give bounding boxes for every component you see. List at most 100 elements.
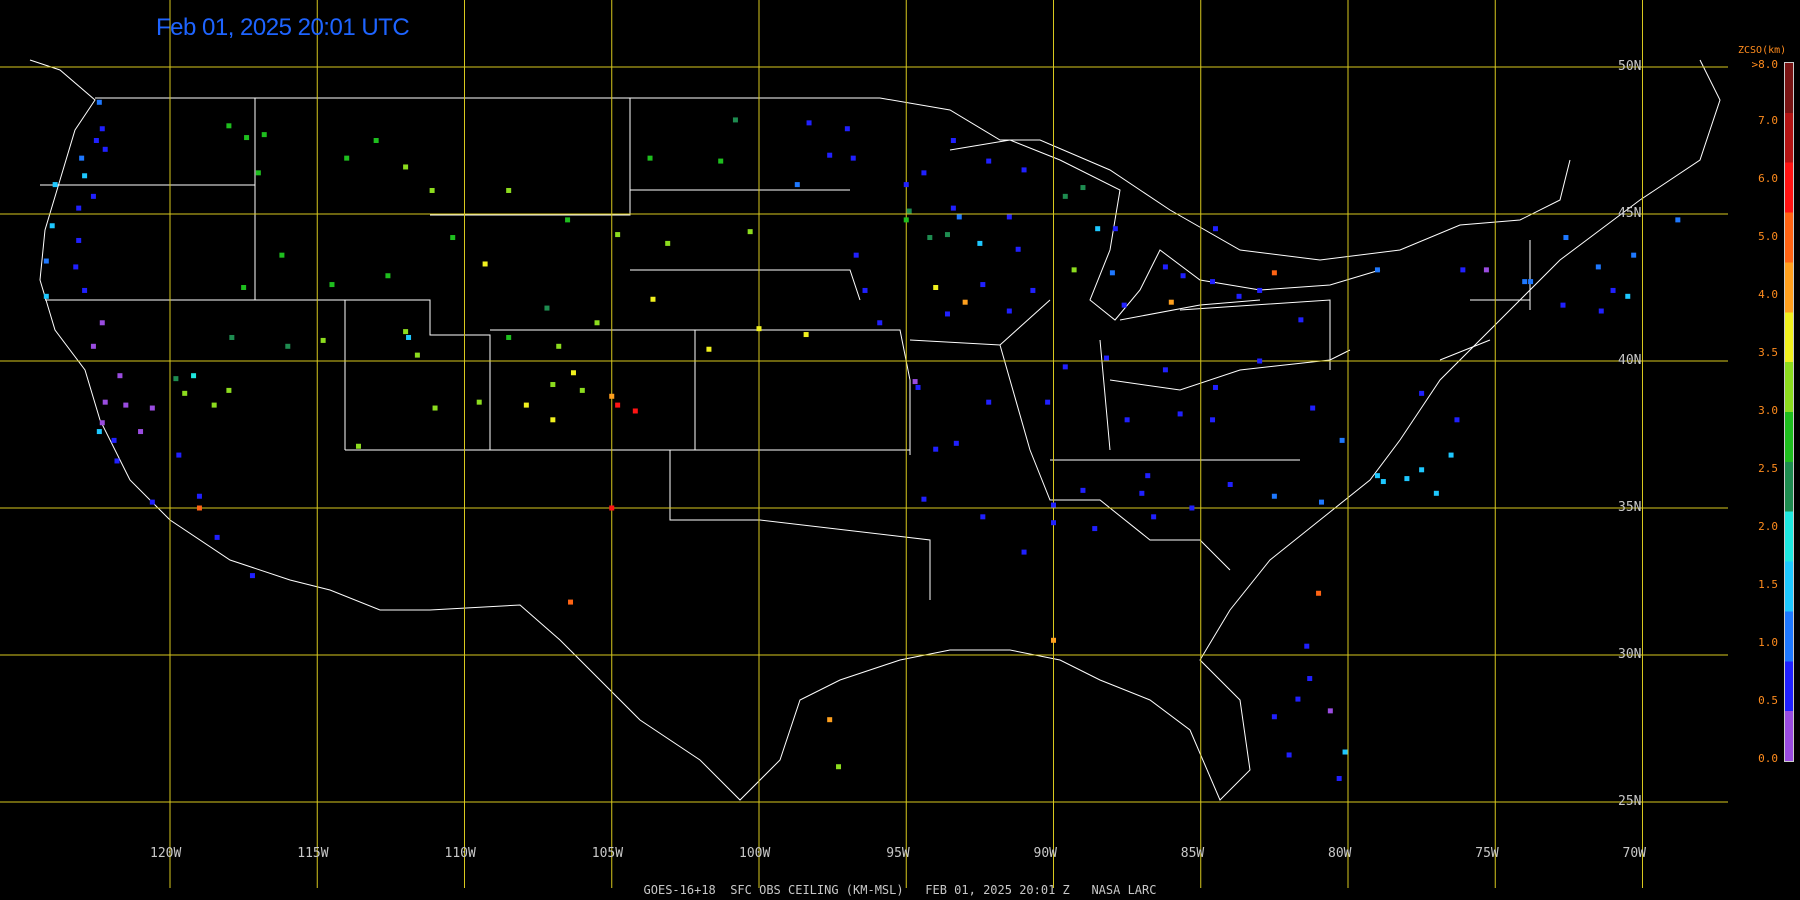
station-point	[579, 387, 585, 393]
station-point	[1675, 217, 1681, 223]
station-point	[706, 346, 712, 352]
station-point	[1448, 452, 1454, 458]
station-point	[93, 138, 99, 143]
station-point	[1051, 520, 1056, 526]
station-point	[977, 240, 983, 246]
station-point	[344, 155, 350, 161]
station-point	[1121, 302, 1127, 308]
station-point	[1610, 287, 1616, 293]
station-point	[827, 717, 833, 723]
station-point	[1419, 467, 1425, 473]
station-point	[149, 499, 155, 505]
lat-lon-grid	[0, 0, 1728, 888]
station-point	[403, 164, 409, 170]
great-lakes	[949, 139, 1381, 321]
station-point	[43, 258, 49, 264]
station-point	[956, 214, 962, 220]
station-point	[1162, 264, 1168, 270]
station-point	[196, 505, 202, 511]
longitude-label: 80W	[1328, 846, 1352, 861]
station-point	[986, 399, 992, 405]
station-point	[1104, 355, 1110, 361]
station-point	[176, 452, 182, 458]
station-point	[609, 505, 615, 511]
station-point	[1625, 293, 1631, 299]
latitude-label: 35N	[1618, 500, 1642, 515]
station-point	[1212, 226, 1218, 232]
station-point	[482, 261, 488, 267]
station-point	[844, 126, 850, 132]
station-point	[385, 273, 391, 279]
station-point	[1051, 502, 1056, 508]
station-point	[615, 232, 621, 238]
station-point	[756, 326, 762, 332]
colorbar-tick-label: 1.0	[1758, 636, 1778, 649]
station-point	[1145, 473, 1151, 479]
station-point	[182, 390, 188, 396]
station-point	[406, 334, 412, 340]
station-point	[903, 182, 909, 188]
station-point	[1522, 279, 1528, 285]
map-footer-caption: GOES-16+18 SFC OBS CEILING (KM-MSL) FEB …	[643, 883, 1157, 897]
station-point	[1168, 299, 1174, 305]
station-point	[962, 299, 968, 305]
colorbar-tick-label: 4.0	[1758, 288, 1778, 301]
station-point	[1271, 714, 1277, 720]
station-point	[117, 373, 123, 379]
station-point	[732, 117, 738, 123]
longitude-label: 85W	[1180, 846, 1205, 861]
colorbar-tick-label: 5.0	[1758, 230, 1778, 243]
station-point	[1327, 708, 1333, 714]
station-point	[1109, 270, 1115, 276]
colorbar-title: ZCSO(km)	[1738, 45, 1787, 56]
station-point	[76, 205, 82, 211]
longitude-label: 70W	[1622, 846, 1646, 861]
station-point	[1180, 273, 1186, 279]
station-point	[565, 217, 571, 223]
station-point	[90, 343, 96, 349]
station-point	[1271, 270, 1277, 276]
latitude-label: 40N	[1618, 353, 1642, 368]
station-point	[862, 287, 868, 293]
station-point	[506, 187, 512, 193]
station-point	[49, 223, 55, 229]
station-point	[1257, 287, 1263, 293]
station-point	[102, 399, 108, 405]
station-point	[1419, 390, 1425, 396]
station-point	[556, 343, 562, 349]
station-point	[99, 420, 105, 426]
state-borders	[29, 59, 1721, 801]
station-point	[953, 440, 959, 446]
station-point	[329, 282, 335, 288]
station-point	[877, 320, 883, 326]
station-point	[1030, 287, 1036, 293]
station-point	[850, 155, 856, 161]
station-point	[615, 402, 621, 408]
station-point	[1212, 384, 1218, 390]
station-point	[950, 138, 956, 143]
station-point	[114, 458, 120, 464]
station-point	[1080, 487, 1086, 493]
station-point	[82, 173, 88, 179]
station-point	[1460, 267, 1466, 273]
station-point	[806, 120, 812, 126]
station-point	[1021, 549, 1027, 555]
station-point	[933, 285, 939, 290]
station-point	[1316, 590, 1322, 596]
station-point	[1374, 267, 1380, 273]
station-point	[568, 599, 574, 605]
station-point	[285, 343, 291, 349]
ceiling-map	[0, 0, 1728, 888]
station-point	[1021, 167, 1027, 173]
longitude-label: 115W	[297, 846, 329, 861]
station-point	[1310, 405, 1316, 411]
station-point	[986, 158, 992, 164]
station-point	[1177, 411, 1183, 417]
station-observations	[43, 99, 1681, 781]
station-point	[594, 320, 600, 326]
station-point	[944, 311, 950, 317]
station-point	[249, 573, 255, 579]
station-point	[933, 446, 939, 452]
station-point	[99, 320, 105, 326]
colorbar-tick-label: 3.5	[1758, 346, 1778, 359]
